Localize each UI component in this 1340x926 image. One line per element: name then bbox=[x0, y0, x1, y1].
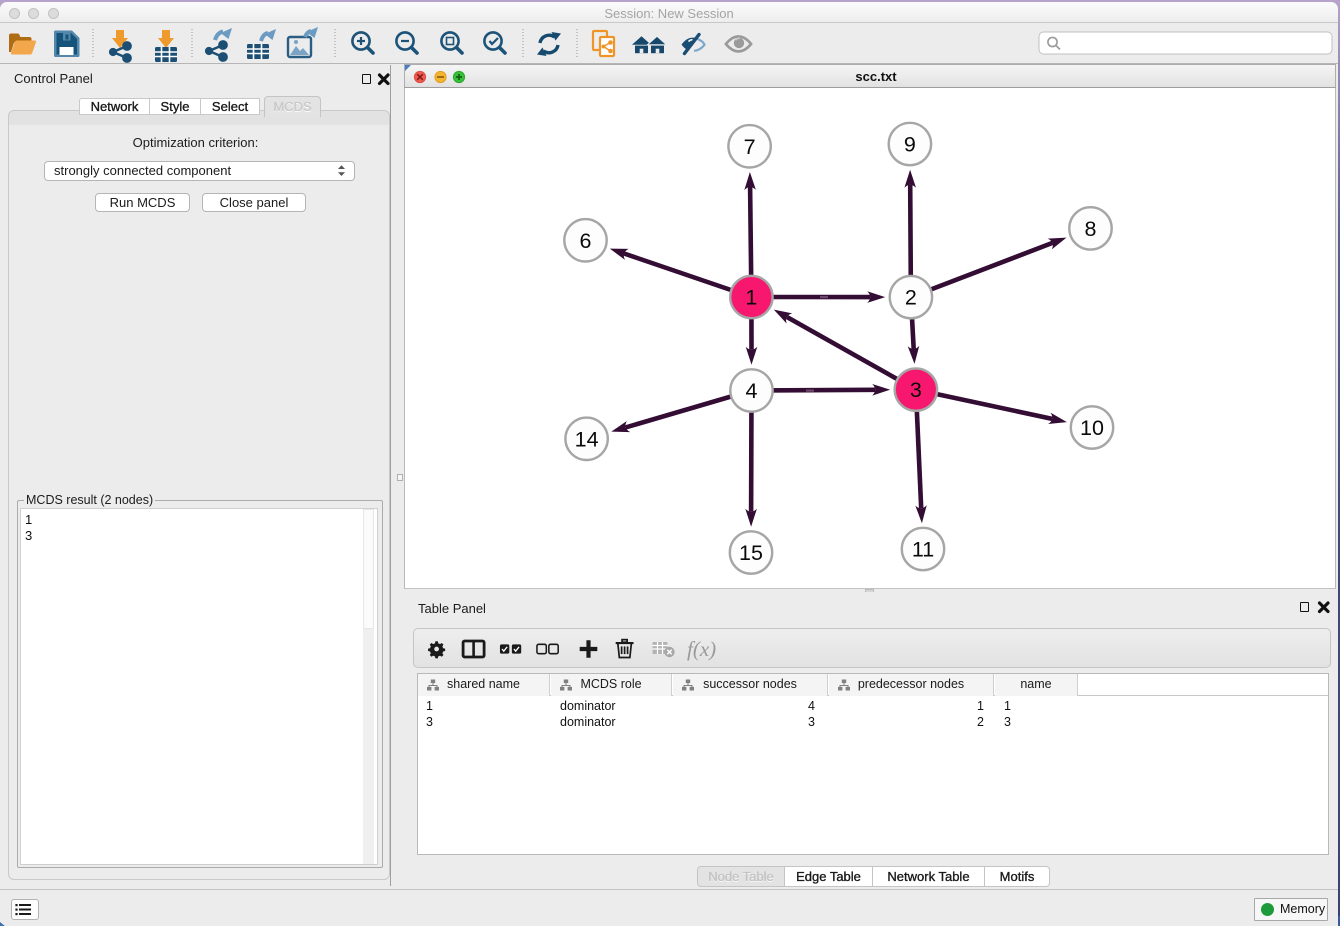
svg-text:10: 10 bbox=[1080, 416, 1104, 440]
svg-text:4: 4 bbox=[746, 379, 758, 403]
svg-text:3: 3 bbox=[910, 378, 922, 402]
svg-text:15: 15 bbox=[739, 541, 763, 565]
svg-text:9: 9 bbox=[904, 133, 916, 157]
svg-text:1: 1 bbox=[745, 286, 757, 310]
svg-text:2: 2 bbox=[905, 286, 917, 310]
svg-text:8: 8 bbox=[1085, 217, 1097, 241]
svg-text:7: 7 bbox=[744, 135, 756, 159]
svg-text:f(x): f(x) bbox=[687, 637, 716, 661]
svg-text:11: 11 bbox=[912, 538, 934, 562]
svg-text:6: 6 bbox=[580, 229, 592, 253]
svg-text:14: 14 bbox=[575, 427, 599, 451]
